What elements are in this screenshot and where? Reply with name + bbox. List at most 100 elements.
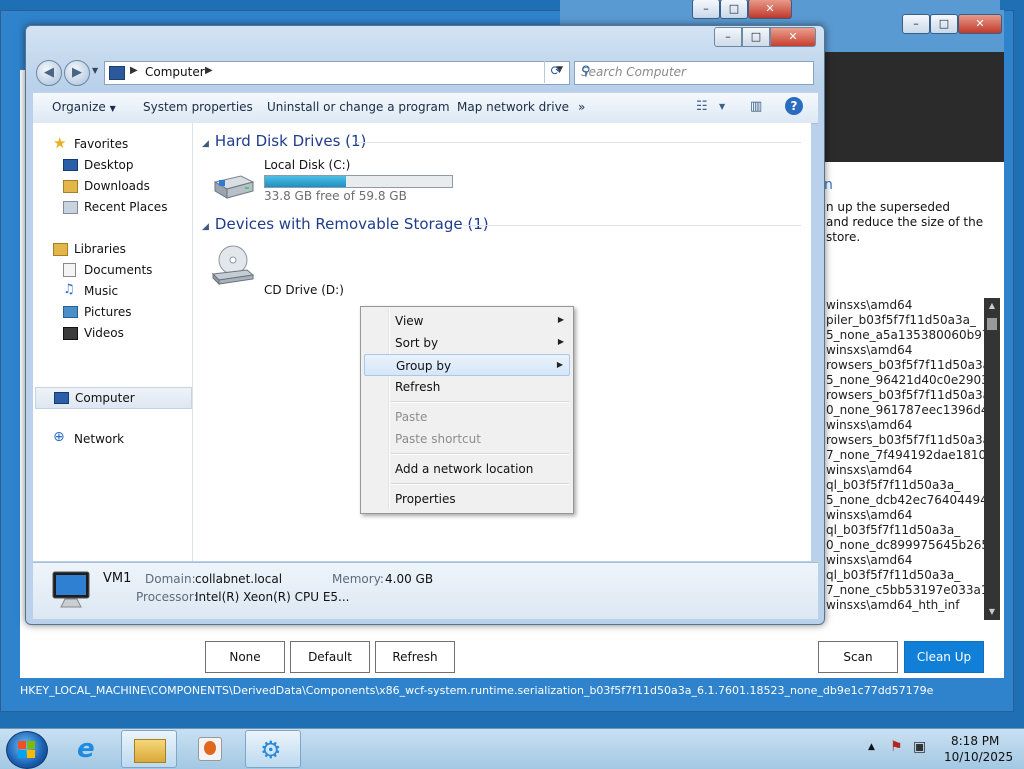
nav-item-documents[interactable]: Documents bbox=[33, 260, 192, 280]
maximize-icon[interactable]: □ bbox=[930, 14, 958, 34]
nav-item-computer[interactable]: Computer bbox=[35, 387, 192, 409]
nav-label: Network bbox=[74, 432, 125, 446]
clock-time[interactable]: 8:18 PM bbox=[951, 734, 999, 748]
hard-drive-icon bbox=[213, 175, 255, 199]
nav-label: Pictures bbox=[84, 305, 132, 319]
group-title: Devices with Removable Storage (1) bbox=[214, 215, 489, 233]
menu-item-label: Paste bbox=[395, 410, 428, 424]
nav-label: Documents bbox=[84, 263, 153, 277]
scroll-up-icon[interactable]: ▲ bbox=[984, 298, 1000, 314]
taskbar-cleanup-tool[interactable]: ⚙ bbox=[245, 730, 301, 768]
list-scrollbar[interactable]: ▲ ▼ bbox=[984, 298, 1000, 620]
preview-pane-icon[interactable]: ▥ bbox=[750, 99, 762, 114]
clock-date[interactable]: 10/10/2025 bbox=[944, 750, 1013, 764]
chevron-down-icon[interactable]: ▼ bbox=[719, 102, 725, 111]
nav-item-downloads[interactable]: Downloads bbox=[33, 176, 192, 196]
scan-button[interactable]: Scan bbox=[818, 641, 898, 673]
menu-item-add-network-location[interactable]: Add a network location bbox=[364, 458, 570, 480]
list-item: rowsers_b03f5f7f11d50a3a_ bbox=[826, 388, 984, 402]
minimize-icon[interactable]: – bbox=[902, 14, 930, 34]
organize-menu[interactable]: Organize ▼ bbox=[52, 100, 116, 114]
action-center-flag-icon[interactable]: ⚑ bbox=[890, 739, 903, 755]
back-arrow-icon[interactable]: ◀ bbox=[36, 60, 62, 86]
group-header-removable-storage[interactable]: ◢ Devices with Removable Storage (1) bbox=[202, 215, 489, 233]
organize-label: Organize bbox=[52, 100, 106, 114]
menu-item-properties[interactable]: Properties bbox=[364, 488, 570, 510]
breadcrumb-chevron-icon[interactable]: ▶ bbox=[205, 65, 213, 76]
context-menu: View ▶ Sort by ▶ Group by ▶ Refresh Paste P… bbox=[360, 306, 574, 514]
default-button[interactable]: Default bbox=[290, 641, 370, 673]
clean-up-button[interactable]: Clean Up bbox=[904, 641, 984, 673]
close-icon[interactable]: ✕ bbox=[748, 0, 792, 19]
network-status-icon[interactable]: ▣ bbox=[913, 739, 926, 755]
disk-usage-fill bbox=[265, 176, 347, 187]
nav-item-favorites[interactable]: ★ Favorites bbox=[33, 134, 192, 154]
nav-item-libraries[interactable]: Libraries bbox=[33, 239, 192, 259]
menu-item-sort-by[interactable]: Sort by ▶ bbox=[364, 332, 570, 354]
breadcrumb-chevron-icon[interactable]: ▶ bbox=[130, 65, 138, 76]
maximize-icon[interactable]: □ bbox=[742, 27, 770, 47]
computer-icon bbox=[54, 392, 69, 404]
nav-item-pictures[interactable]: Pictures bbox=[33, 302, 192, 322]
menu-item-refresh[interactable]: Refresh bbox=[364, 376, 570, 398]
close-icon[interactable]: ✕ bbox=[958, 14, 1002, 34]
nav-item-recent-places[interactable]: Recent Places bbox=[33, 197, 192, 217]
scrollbar-thumb[interactable] bbox=[987, 318, 997, 330]
taskbar-media-player[interactable] bbox=[182, 730, 236, 766]
map-network-drive-button[interactable]: Map network drive bbox=[457, 100, 569, 114]
system-properties-button[interactable]: System properties bbox=[143, 100, 253, 114]
menu-item-paste[interactable]: Paste bbox=[364, 406, 570, 428]
menu-item-group-by[interactable]: Group by ▶ bbox=[364, 354, 570, 376]
group-header-hard-disk-drives[interactable]: ◢ Hard Disk Drives (1) bbox=[202, 132, 366, 150]
menu-item-paste-shortcut[interactable]: Paste shortcut bbox=[364, 428, 570, 450]
minimize-icon[interactable]: – bbox=[714, 27, 742, 47]
logo-quadrant bbox=[18, 741, 26, 749]
disk-free-space: 33.8 GB free of 59.8 GB bbox=[264, 189, 407, 203]
maximize-icon[interactable]: □ bbox=[720, 0, 748, 19]
address-bar[interactable]: ▶ Computer ▶ ▼ bbox=[104, 61, 570, 85]
menu-item-label: Properties bbox=[395, 492, 456, 506]
list-item: ql_b03f5f7f11d50a3a_ bbox=[826, 523, 961, 537]
scroll-down-icon[interactable]: ▼ bbox=[984, 604, 1000, 620]
media-player-icon bbox=[198, 737, 222, 761]
show-hidden-icons-icon[interactable]: ▲ bbox=[868, 742, 875, 752]
list-item: 0_none_dc899975645b2657\ bbox=[826, 538, 984, 552]
menu-item-view[interactable]: View ▶ bbox=[364, 310, 570, 332]
list-item: piler_b03f5f7f11d50a3a_ bbox=[826, 313, 976, 327]
refresh-button[interactable]: Refresh bbox=[375, 641, 455, 673]
logo-quadrant bbox=[27, 750, 35, 758]
local-disk-name[interactable]: Local Disk (C:) bbox=[264, 158, 350, 172]
refresh-icon[interactable]: ⟳ bbox=[544, 61, 567, 83]
nav-item-music[interactable]: ♫ Music bbox=[33, 281, 192, 301]
taskbar-internet-explorer[interactable]: e bbox=[64, 730, 118, 766]
list-item: ql_b03f5f7f11d50a3a_ bbox=[826, 478, 961, 492]
nav-item-network[interactable]: ⊕ Network bbox=[33, 429, 192, 449]
nav-label: Music bbox=[84, 284, 119, 298]
close-icon[interactable]: ✕ bbox=[770, 27, 816, 47]
component-list[interactable]: winsxs\amd64 piler_b03f5f7f11d50a3a_ 5_n… bbox=[820, 298, 984, 620]
recent-pages-chevron-icon[interactable]: ▼ bbox=[92, 66, 98, 75]
chevron-down-icon: ▼ bbox=[109, 104, 116, 113]
uninstall-program-button[interactable]: Uninstall or change a program bbox=[267, 100, 450, 114]
more-commands-button[interactable]: » bbox=[578, 100, 585, 114]
group-divider bbox=[463, 225, 801, 226]
cleanup-description-line: n up the superseded bbox=[826, 200, 951, 214]
start-button[interactable] bbox=[6, 731, 48, 769]
list-item: winsxs\amd64_hth_inf bbox=[826, 598, 960, 612]
cd-drive-name[interactable]: CD Drive (D:) bbox=[264, 283, 344, 297]
forward-arrow-icon[interactable]: ▶ bbox=[64, 60, 90, 86]
help-icon[interactable]: ? bbox=[785, 97, 803, 115]
star-icon: ★ bbox=[53, 134, 67, 152]
view-options-icon[interactable]: ☷ bbox=[696, 99, 708, 114]
list-item: rowsers_b03f5f7f11d50a3a_ bbox=[826, 433, 984, 447]
taskbar-windows-explorer[interactable] bbox=[121, 730, 177, 768]
none-button[interactable]: None bbox=[205, 641, 285, 673]
nav-item-videos[interactable]: Videos bbox=[33, 323, 192, 343]
search-icon[interactable]: ⚲ bbox=[581, 64, 807, 79]
nav-item-desktop[interactable]: Desktop bbox=[33, 155, 192, 175]
breadcrumb-computer[interactable]: Computer bbox=[145, 65, 205, 79]
search-input[interactable]: Search Computer ⚲ bbox=[574, 61, 814, 85]
group-title: Hard Disk Drives (1) bbox=[214, 132, 367, 150]
menu-item-label: Add a network location bbox=[395, 462, 534, 476]
minimize-icon[interactable]: – bbox=[692, 0, 720, 19]
